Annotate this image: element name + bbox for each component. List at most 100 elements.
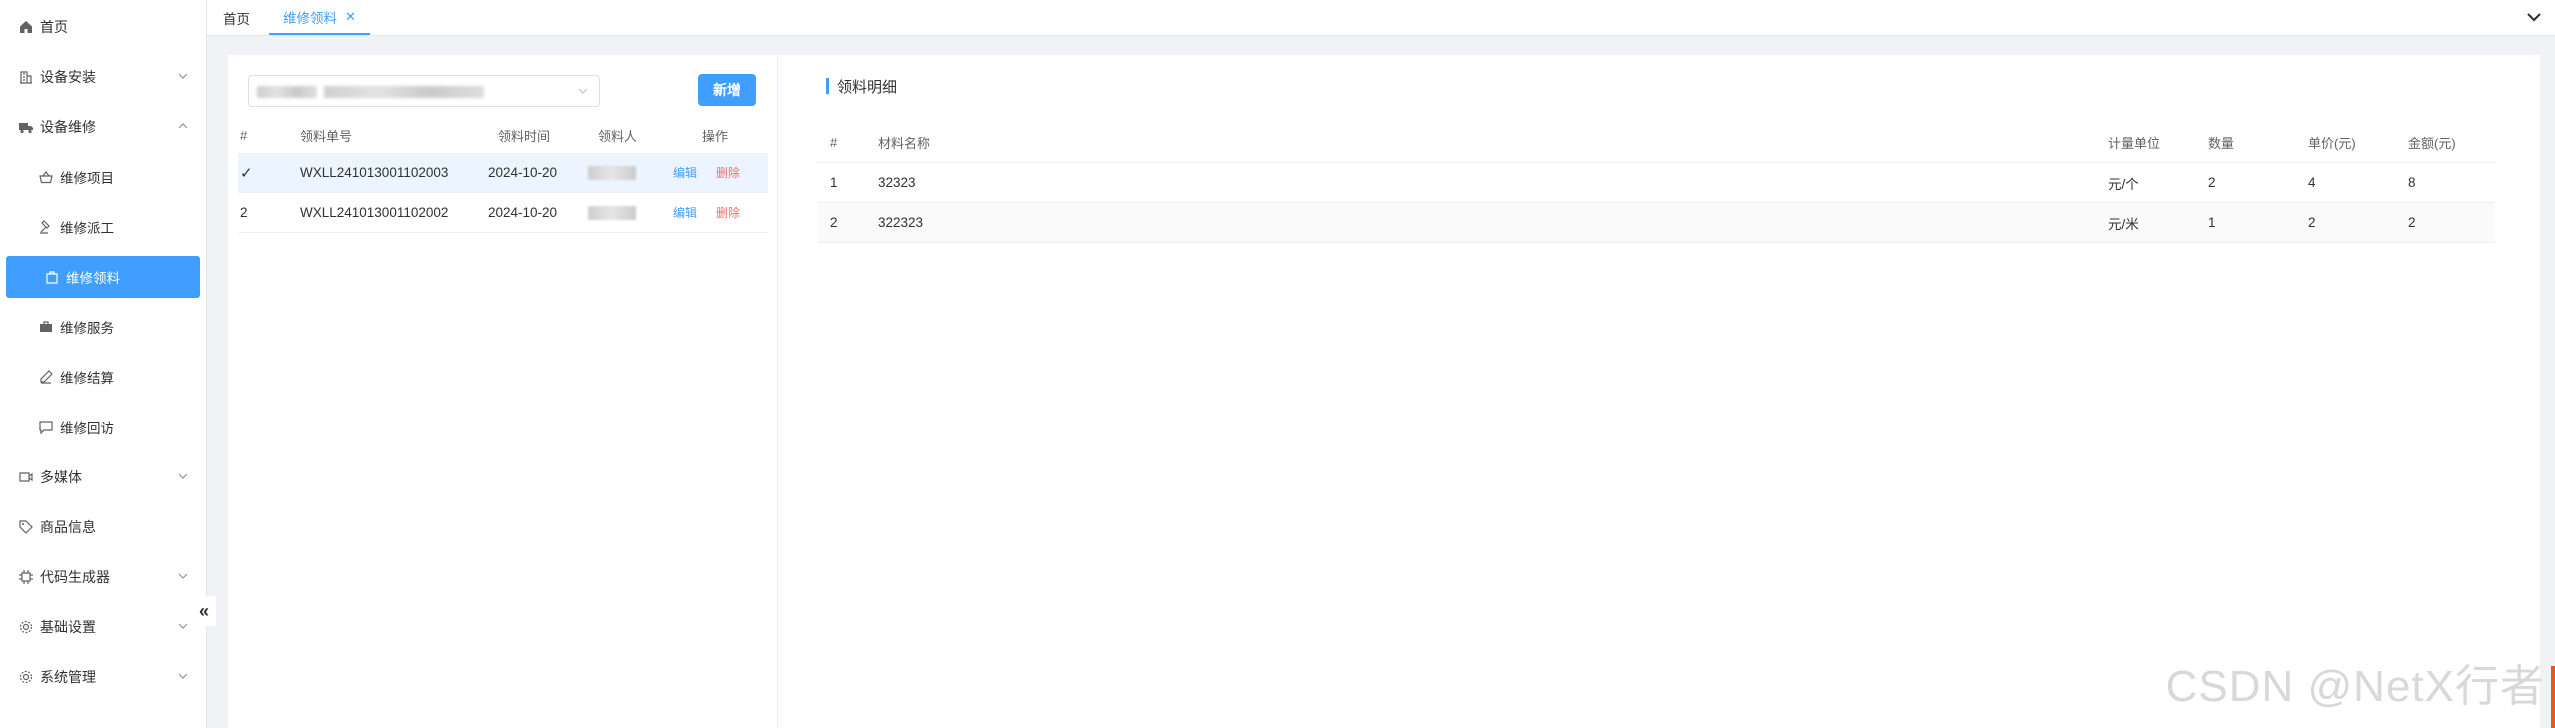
building-icon	[18, 69, 34, 85]
chat-icon	[38, 419, 54, 435]
app-root: 首页 设备安装 设备维修 维修项目 维修派工 维修领料 维修服务 维修结算 维修…	[0, 0, 2555, 728]
sidebar-item-label: 维修回访	[60, 421, 114, 436]
column-header: 领料时间	[498, 128, 551, 144]
table-row[interactable]: 2 322323 元/米 1 2 2	[818, 203, 2495, 243]
redacted-text	[588, 205, 636, 220]
column-header: 材料名称	[878, 136, 931, 151]
chevron-down-icon	[178, 473, 188, 479]
close-icon[interactable]: ✕	[345, 9, 356, 25]
chevron-down-icon	[178, 673, 188, 679]
collapse-sidebar-button[interactable]: «	[192, 596, 216, 626]
watermark: CSDN @NetX行者	[2165, 662, 2545, 711]
row-index: 2	[830, 215, 838, 230]
sidebar-item-label: 设备维修	[40, 119, 96, 135]
redacted-text	[257, 86, 317, 98]
sidebar-item-label: 维修派工	[60, 221, 114, 236]
chevron-down-icon	[178, 573, 188, 579]
amount: 2	[2408, 215, 2416, 230]
add-button[interactable]: 新增	[698, 74, 756, 106]
tab-bar: 首页 维修领料 ✕	[207, 0, 2555, 36]
sidebar-item-label: 代码生成器	[40, 569, 110, 585]
material-order-table: # 领料单号 领料时间 领料人 操作 ✓ WXLL241013001102003…	[238, 117, 768, 233]
table-row[interactable]: 1 32323 元/个 2 4 8	[818, 163, 2495, 203]
unit-price: 2	[2308, 215, 2316, 230]
receiver	[588, 193, 636, 232]
column-header: #	[240, 127, 248, 143]
sidebar-item-device-repair[interactable]: 设备维修	[0, 106, 207, 148]
section-title-text: 领料明细	[837, 78, 898, 96]
receiver	[588, 153, 636, 192]
table-header: # 材料名称 计量单位 数量 单价(元) 金额(元)	[818, 123, 2495, 163]
chevron-down-icon	[578, 88, 588, 94]
chevron-up-icon	[178, 123, 188, 129]
order-code: WXLL241013001102002	[300, 205, 449, 220]
order-time: 2024-10-20	[488, 165, 558, 180]
unit: 元/米	[2108, 216, 2139, 232]
briefcase-icon	[38, 319, 54, 335]
chevron-down-icon	[178, 623, 188, 629]
sidebar-item-label: 系统管理	[40, 669, 96, 685]
sidebar: 首页 设备安装 设备维修 维修项目 维修派工 维修领料 维修服务 维修结算 维修…	[0, 0, 207, 728]
row-index: 2	[240, 205, 248, 220]
sidebar-item-basic-settings[interactable]: 基础设置	[0, 606, 207, 648]
check-icon: ✓	[240, 164, 253, 182]
home-icon	[18, 19, 34, 35]
sidebar-item-multimedia[interactable]: 多媒体	[0, 456, 207, 498]
gear-icon	[18, 619, 34, 635]
tab-label: 首页	[223, 11, 250, 27]
edit-link[interactable]: 编辑	[673, 193, 697, 232]
unit: 元/个	[2108, 176, 2139, 192]
sidebar-item-label: 商品信息	[40, 519, 96, 535]
table-header: # 领料单号 领料时间 领料人 操作	[238, 117, 768, 153]
redacted-text	[588, 165, 636, 180]
tab-repair-material[interactable]: 维修领料 ✕	[269, 0, 370, 35]
table-row[interactable]: ✓ WXLL241013001102003 2024-10-20 编辑 删除	[238, 153, 768, 193]
double-chevron-left-icon: «	[198, 600, 209, 621]
tag-icon	[18, 519, 34, 535]
chevron-down-icon[interactable]	[2525, 8, 2543, 26]
bag-icon	[44, 269, 60, 285]
amount: 8	[2408, 175, 2416, 190]
tab-home[interactable]: 首页	[209, 0, 264, 35]
sidebar-item-repair-service[interactable]: 维修服务	[0, 306, 207, 348]
title-accent-bar	[826, 78, 829, 94]
sidebar-item-label: 首页	[40, 19, 68, 35]
sidebar-item-label: 维修领料	[66, 271, 120, 286]
sidebar-item-label: 设备安装	[40, 69, 96, 85]
redacted-text	[324, 86, 484, 98]
row-index: 1	[830, 175, 838, 190]
sidebar-item-system-management[interactable]: 系统管理	[0, 656, 207, 698]
material-name: 32323	[878, 175, 916, 190]
tab-label: 维修领料	[283, 10, 337, 26]
sidebar-item-device-install[interactable]: 设备安装	[0, 56, 207, 98]
delete-link[interactable]: 删除	[716, 153, 740, 192]
material-name: 322323	[878, 215, 924, 230]
column-header: 计量单位	[2108, 136, 2161, 151]
material-detail-panel: 领料明细 # 材料名称 计量单位 数量 单价(元) 金额(元) 1 32323 …	[778, 55, 2540, 728]
sidebar-item-repair-material[interactable]: 维修领料	[6, 256, 200, 298]
main-content: 新增 # 领料单号 领料时间 领料人 操作 ✓ WXLL241013001102…	[228, 55, 2540, 728]
edge-indicator	[2551, 666, 2555, 728]
edit-link[interactable]: 编辑	[673, 153, 697, 192]
filter-select[interactable]	[248, 75, 600, 107]
order-time: 2024-10-20	[488, 205, 558, 220]
quantity: 1	[2208, 215, 2216, 230]
gear-icon	[18, 669, 34, 685]
sidebar-item-repair-project[interactable]: 维修项目	[0, 156, 207, 198]
sidebar-item-repair-dispatch[interactable]: 维修派工	[0, 206, 207, 248]
delete-link[interactable]: 删除	[716, 193, 740, 232]
sidebar-item-label: 维修结算	[60, 371, 114, 386]
table-row[interactable]: 2 WXLL241013001102002 2024-10-20 编辑 删除	[238, 193, 768, 233]
column-header: 单价(元)	[2308, 136, 2356, 151]
sidebar-item-goods-info[interactable]: 商品信息	[0, 506, 207, 548]
column-header: #	[830, 135, 838, 150]
sidebar-item-code-generator[interactable]: 代码生成器	[0, 556, 207, 598]
sidebar-item-repair-revisit[interactable]: 维修回访	[0, 406, 207, 448]
sidebar-item-home[interactable]: 首页	[0, 6, 207, 48]
sidebar-item-label: 多媒体	[40, 469, 82, 485]
order-code: WXLL241013001102003	[300, 165, 449, 180]
sidebar-item-repair-settlement[interactable]: 维修结算	[0, 356, 207, 398]
column-header: 金额(元)	[2408, 136, 2456, 151]
basket-icon	[38, 169, 54, 185]
video-icon	[18, 469, 34, 485]
